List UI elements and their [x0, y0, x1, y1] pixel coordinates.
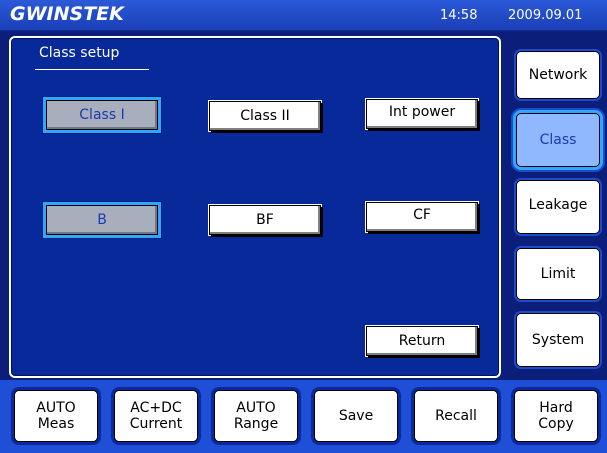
acdc-current-button[interactable]: AC+DC Current	[114, 390, 198, 442]
auto-meas-button[interactable]: AUTO Meas	[14, 390, 98, 442]
side-leakage-button[interactable]: Leakage	[516, 180, 600, 234]
section-underline	[35, 69, 149, 70]
cf-button[interactable]: CF	[366, 202, 478, 232]
brand-logo: GWINSTEK	[10, 3, 124, 25]
section-title: Class setup	[39, 45, 120, 61]
hard-copy-button[interactable]: Hard Copy	[514, 390, 598, 442]
class-1-button[interactable]: Class I	[46, 100, 158, 130]
auto-range-button[interactable]: AUTO Range	[214, 390, 298, 442]
side-network-button[interactable]: Network	[516, 51, 600, 99]
clock-date: 2009.09.01	[508, 8, 583, 23]
int-power-button[interactable]: Int power	[366, 99, 478, 129]
return-button[interactable]: Return	[366, 326, 478, 356]
recall-button[interactable]: Recall	[414, 390, 498, 442]
title-bar: GWINSTEK 14:58 2009.09.01	[0, 0, 607, 31]
side-class-button[interactable]: Class	[516, 113, 600, 167]
clock-time: 14:58	[440, 8, 478, 23]
class-2-button[interactable]: Class II	[209, 101, 321, 131]
side-system-button[interactable]: System	[516, 313, 600, 367]
side-limit-button[interactable]: Limit	[516, 248, 600, 300]
bf-button[interactable]: BF	[209, 205, 321, 235]
b-button[interactable]: B	[46, 205, 158, 235]
save-button[interactable]: Save	[314, 390, 398, 442]
